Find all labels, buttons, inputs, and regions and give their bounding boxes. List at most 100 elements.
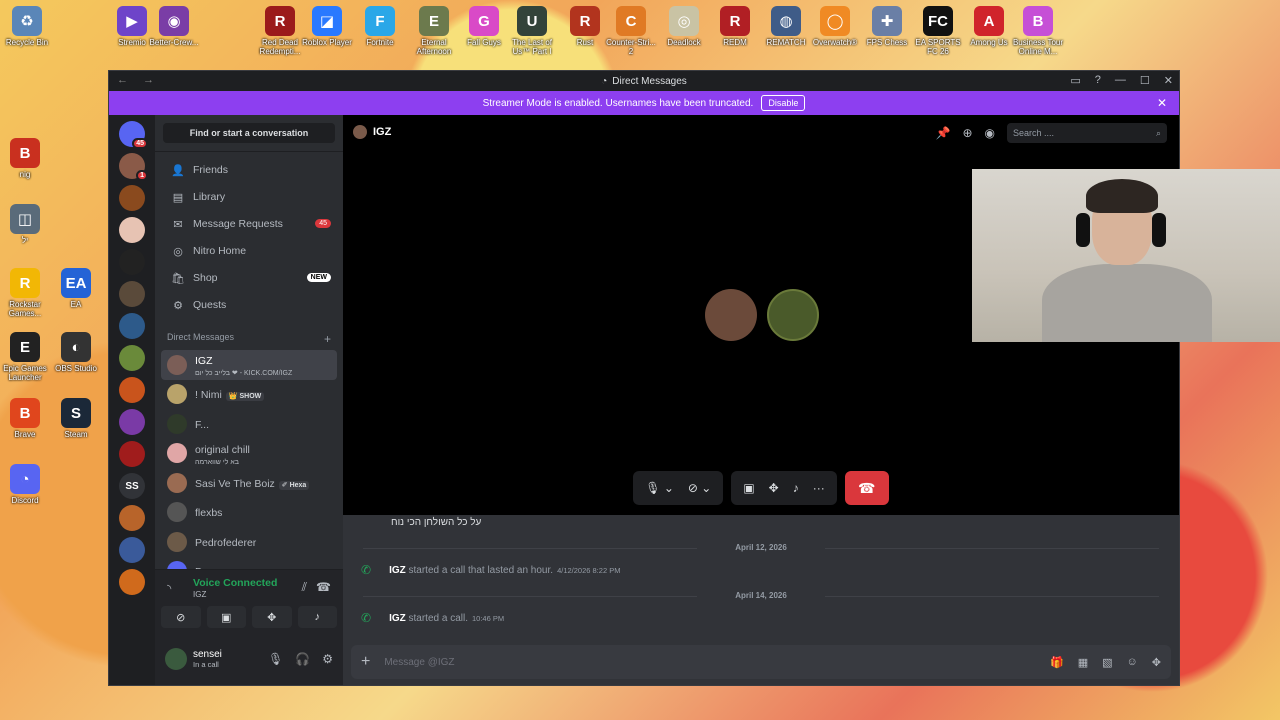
dm-item[interactable]: ! Nimi 👑 SHOW bbox=[161, 380, 337, 410]
desktop-icon[interactable]: R Rockstar Games... bbox=[0, 268, 53, 318]
desktop-icon[interactable]: U The Last of Us™ Part I bbox=[504, 6, 560, 56]
desktop-icon[interactable]: F Fortnite bbox=[352, 6, 408, 47]
sidebar-item-friends[interactable]: 👤 Friends bbox=[161, 157, 337, 183]
settings-gear-icon[interactable]: ⚙ bbox=[322, 652, 333, 666]
desktop-icon[interactable]: E Epic Games Launcher bbox=[0, 332, 53, 382]
add-friend-icon[interactable]: ⊕ bbox=[962, 126, 972, 140]
call-user-name[interactable]: IGZ bbox=[373, 126, 391, 138]
sidebar-item-quests[interactable]: ⚙ Quests bbox=[161, 292, 337, 318]
noise-suppression-icon[interactable]: ⫽ bbox=[302, 580, 307, 595]
composer-placeholder[interactable]: Message @IGZ bbox=[384, 657, 1036, 668]
disconnect-icon[interactable]: ☎ bbox=[316, 580, 331, 594]
sticker-icon[interactable]: ▧ bbox=[1102, 656, 1112, 669]
search-input[interactable]: Search .... ⌕ bbox=[1007, 123, 1167, 143]
close-window-button[interactable]: ✕ bbox=[1164, 74, 1173, 87]
disable-streamer-mode-button[interactable]: Disable bbox=[761, 95, 806, 111]
server-icon[interactable]: SS bbox=[119, 473, 145, 499]
desktop-icon[interactable]: E Eternal Afternoon bbox=[406, 6, 462, 56]
share-screen-icon[interactable]: ▣ bbox=[743, 481, 754, 495]
activities-button[interactable]: ✥ bbox=[252, 606, 292, 628]
attach-plus-icon[interactable]: + bbox=[361, 653, 370, 671]
inbox-icon[interactable]: ▭ bbox=[1070, 74, 1080, 87]
more-options-icon[interactable]: ··· bbox=[813, 481, 825, 495]
signal-icon[interactable]: ◝ bbox=[167, 582, 171, 595]
desktop-icon[interactable]: ◎ Deadlock bbox=[656, 6, 712, 47]
user-avatar[interactable] bbox=[165, 648, 187, 670]
soundboard-button[interactable]: ♪ bbox=[297, 606, 337, 628]
server-icon[interactable]: 1 bbox=[119, 153, 148, 181]
gift-icon[interactable]: 🎁 bbox=[1050, 656, 1064, 669]
screen-share-button[interactable]: ▣ bbox=[206, 606, 246, 628]
desktop-icon[interactable]: EA EA bbox=[48, 268, 104, 309]
server-icon[interactable] bbox=[119, 217, 145, 243]
server-icon[interactable] bbox=[119, 281, 145, 307]
desktop-icon[interactable]: B Brave bbox=[0, 398, 53, 439]
dm-item[interactable]: IGZ בלייב כל יום ❤ - KICK.COM/IGZ bbox=[161, 350, 337, 380]
back-forward-buttons[interactable]: ← → bbox=[117, 74, 160, 86]
server-icon[interactable] bbox=[119, 569, 145, 595]
desktop-icon[interactable]: ◐ OBS Studio bbox=[48, 332, 104, 373]
server-icon[interactable] bbox=[119, 441, 145, 467]
gif-icon[interactable]: ▦ bbox=[1078, 656, 1088, 669]
server-icon[interactable] bbox=[119, 313, 145, 339]
activity-icon[interactable]: ✥ bbox=[769, 481, 779, 495]
user-info[interactable]: sensei In a call bbox=[193, 649, 222, 669]
call-user[interactable]: IGZ bbox=[389, 565, 406, 576]
call-user[interactable]: IGZ bbox=[389, 613, 406, 624]
server-icon[interactable] bbox=[119, 377, 145, 403]
find-conversation-button[interactable]: Find or start a conversation bbox=[163, 123, 335, 143]
server-icon[interactable] bbox=[119, 249, 145, 275]
desktop-icon[interactable]: R REDM bbox=[707, 6, 763, 47]
soundboard-call-icon[interactable]: ♪ bbox=[793, 481, 799, 495]
sidebar-item-shop[interactable]: 🛍 Shop NEW bbox=[161, 265, 337, 291]
sidebar-item-library[interactable]: ▤ Library bbox=[161, 184, 337, 210]
message-composer[interactable]: + Message @IGZ 🎁 ▦ ▧ ☺ ✥ bbox=[351, 645, 1171, 679]
desktop-icon[interactable]: ◫ יל bbox=[0, 204, 53, 245]
camera-toggle-button[interactable]: ⊘ bbox=[161, 606, 201, 628]
desktop-icon[interactable]: S Steam bbox=[48, 398, 104, 439]
app-icon: A bbox=[974, 6, 1004, 36]
emoji-icon[interactable]: ☺ bbox=[1127, 656, 1138, 669]
voice-status[interactable]: Voice Connected bbox=[193, 577, 277, 589]
desktop-icon[interactable]: FC EA SPORTS FC 26 bbox=[910, 6, 966, 56]
mute-mic-button[interactable]: 🎙 ⌄ bbox=[645, 481, 674, 495]
desktop-icon[interactable]: ◍ REMATCH bbox=[758, 6, 814, 47]
desktop-icon[interactable]: A Among Us bbox=[961, 6, 1017, 47]
help-icon[interactable]: ? bbox=[1095, 74, 1101, 87]
dm-item[interactable]: Pedrofederer bbox=[161, 527, 337, 557]
desktop-icon[interactable]: Bnig bbox=[0, 138, 53, 179]
call-participant-avatar[interactable] bbox=[705, 289, 757, 341]
dm-item[interactable]: Sasi Ve The Boiz ✐ Hexa bbox=[161, 468, 337, 498]
dm-item[interactable]: flexbs bbox=[161, 498, 337, 528]
camera-button[interactable]: ⊘ ⌄ bbox=[688, 481, 711, 495]
close-banner-icon[interactable]: ✕ bbox=[1157, 96, 1167, 110]
desktop-icon[interactable]: B Business Tour Online M... bbox=[1010, 6, 1066, 56]
create-dm-icon[interactable]: + bbox=[324, 332, 331, 346]
dm-item[interactable]: original chill בא לי שווארמה bbox=[161, 439, 337, 469]
server-icon[interactable]: 45 bbox=[119, 121, 148, 149]
server-icon[interactable] bbox=[119, 345, 145, 371]
call-participant-avatar[interactable] bbox=[767, 289, 819, 341]
sidebar-item-message-requests[interactable]: ✉ Message Requests 45 bbox=[161, 211, 337, 237]
dm-item[interactable]: F... bbox=[161, 409, 337, 439]
sidebar-item-nitro-home[interactable]: ◎ Nitro Home bbox=[161, 238, 337, 264]
mic-icon[interactable]: 🎙 bbox=[268, 652, 283, 666]
desktop-icon[interactable]: ♻ Recycle Bin bbox=[0, 6, 55, 47]
server-icon[interactable] bbox=[119, 185, 145, 211]
headphones-icon[interactable]: 🎧 bbox=[295, 652, 310, 666]
user-profile-icon[interactable]: ◉ bbox=[985, 126, 995, 140]
desktop-icon[interactable]: ◉ Better-Crew... bbox=[146, 6, 202, 47]
server-icon[interactable] bbox=[119, 537, 145, 563]
maximize-button[interactable]: ☐ bbox=[1140, 74, 1150, 87]
desktop-icon[interactable]: ◔ Discord bbox=[0, 464, 53, 505]
pin-icon[interactable]: 📌 bbox=[936, 126, 951, 140]
desktop-icon[interactable]: ✚ FPS Chess bbox=[859, 6, 915, 47]
desktop-icon[interactable]: ◯ Overwatch® bbox=[807, 6, 863, 47]
server-icon[interactable] bbox=[119, 409, 145, 435]
hang-up-button[interactable]: ☎ bbox=[844, 471, 889, 505]
minimize-button[interactable]: — bbox=[1115, 74, 1126, 87]
desktop-icon[interactable]: C Counter-Stri... 2 bbox=[603, 6, 659, 56]
server-icon[interactable] bbox=[119, 505, 145, 531]
desktop-icon[interactable]: ◪ Roblox Player bbox=[299, 6, 355, 47]
apps-icon[interactable]: ✥ bbox=[1152, 656, 1161, 669]
